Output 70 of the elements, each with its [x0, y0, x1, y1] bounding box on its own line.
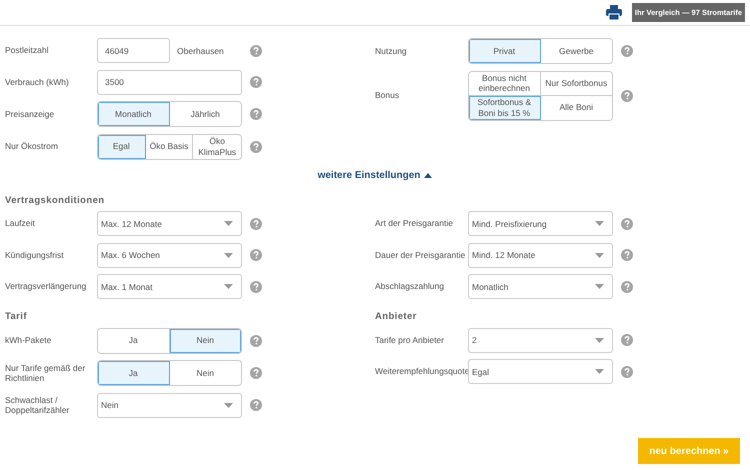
field-label: Nur Ökostrom — [5, 141, 59, 152]
help-icon[interactable] — [250, 280, 262, 292]
field-label: Schwachlast / Doppeltarifzähler — [5, 394, 70, 416]
option-button[interactable]: Ja — [98, 328, 170, 352]
option-button[interactable]: Egal — [98, 134, 146, 158]
city-name: Oberhausen — [177, 46, 224, 56]
help-icon[interactable] — [621, 366, 633, 378]
field-label: Nur Tarife gemäß der Richtlinien — [5, 362, 86, 384]
field-label: Kündigungsfrist — [5, 250, 65, 260]
help-icon[interactable] — [621, 90, 633, 102]
dropdown[interactable]: Mind. Preisfixierung — [468, 211, 613, 236]
help-icon[interactable] — [621, 334, 633, 346]
field-label: Laufzeit — [5, 218, 36, 229]
text-field[interactable]: 3500 — [97, 70, 242, 94]
dropdown[interactable]: Max. 6 Wochen — [97, 242, 242, 268]
help-icon[interactable] — [250, 249, 262, 261]
caret-down-icon — [595, 284, 604, 289]
field-label: Dauer der Preisgarantie — [375, 250, 466, 260]
section-heading: Anbieter — [375, 311, 417, 322]
help-icon[interactable] — [621, 249, 633, 261]
help-icon[interactable] — [250, 218, 262, 230]
field-label: Weiterempfehlungsquote — [375, 366, 468, 377]
section-heading: Vertragskonditionen — [5, 194, 104, 206]
caret-down-icon — [224, 402, 233, 408]
caret-down-icon — [595, 221, 604, 226]
more-settings-link[interactable]: weitere Einstellungen — [318, 170, 420, 181]
option-button[interactable]: Ja — [98, 361, 170, 385]
help-icon[interactable] — [250, 367, 262, 379]
help-icon[interactable] — [621, 45, 633, 57]
option-button[interactable]: Sofortbonus & Boni bis 15 % — [469, 96, 540, 120]
field-label: Postleitzahl — [5, 45, 50, 56]
dropdown[interactable]: Max. 12 Monate — [97, 211, 242, 236]
help-icon[interactable] — [250, 76, 262, 88]
field-label: Tarife pro Anbieter — [375, 334, 445, 346]
caret-down-icon — [595, 338, 604, 342]
help-icon[interactable] — [250, 399, 262, 411]
caret-down-icon — [224, 221, 233, 226]
field-label: Vertragsverlängerung — [5, 281, 88, 292]
caret-down-icon — [595, 252, 604, 258]
help-icon[interactable] — [621, 280, 633, 292]
field-label: Bonus — [375, 90, 400, 101]
option-button[interactable]: Monatlich — [98, 102, 170, 126]
field-label: kWh-Pakete — [5, 335, 52, 346]
help-icon[interactable] — [250, 140, 262, 152]
caret-down-icon — [224, 284, 233, 289]
text-field[interactable]: 46049 — [97, 38, 170, 63]
help-icon[interactable] — [250, 108, 262, 120]
option-button[interactable]: Privat — [469, 39, 540, 63]
dropdown[interactable]: Mind. 12 Monate — [468, 242, 613, 268]
caret-down-icon — [595, 369, 604, 374]
option-button[interactable]: Nur Sofortbonus — [540, 72, 612, 96]
option-button[interactable]: Nein — [170, 328, 241, 352]
caret-up-icon[interactable] — [424, 173, 432, 178]
dropdown[interactable]: 2 — [468, 328, 613, 352]
caret-down-icon — [224, 252, 233, 258]
printer-icon[interactable] — [606, 5, 622, 20]
field-label: Nutzung — [375, 46, 408, 56]
help-icon[interactable] — [621, 218, 633, 230]
section-heading: Tarif — [5, 311, 27, 322]
field-label: Verbrauch (kWh) — [5, 76, 70, 88]
dropdown[interactable]: Monatlich — [468, 274, 613, 299]
option-button[interactable]: Bonus nicht einberechnen — [469, 72, 540, 96]
dropdown[interactable]: Max. 1 Monat — [97, 274, 242, 299]
field-label: Art der Preisgarantie — [375, 218, 454, 229]
field-label: Abschlagszahlung — [375, 281, 445, 292]
dropdown[interactable]: Egal — [468, 359, 613, 384]
help-icon[interactable] — [250, 44, 262, 56]
field-label: Preisanzeige — [5, 108, 56, 120]
dropdown[interactable]: Nein — [97, 392, 242, 418]
help-icon[interactable] — [250, 334, 262, 346]
